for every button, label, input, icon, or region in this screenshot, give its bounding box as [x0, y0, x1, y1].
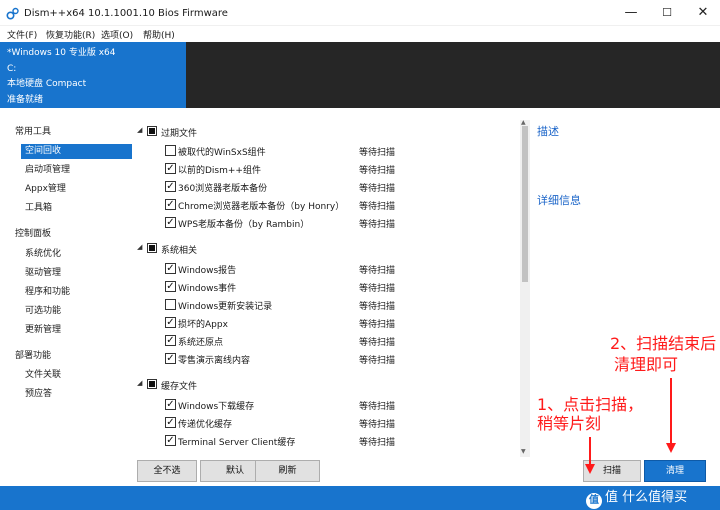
- annotation-arrows: [585, 378, 676, 474]
- watermark: 值值 什么值得买: [586, 486, 687, 510]
- watermark-logo-icon: 值: [586, 493, 602, 509]
- arrowhead-scan-icon: [585, 464, 595, 474]
- arrowhead-clean-icon: [666, 443, 676, 453]
- watermark-text: 值 什么值得买: [605, 490, 688, 505]
